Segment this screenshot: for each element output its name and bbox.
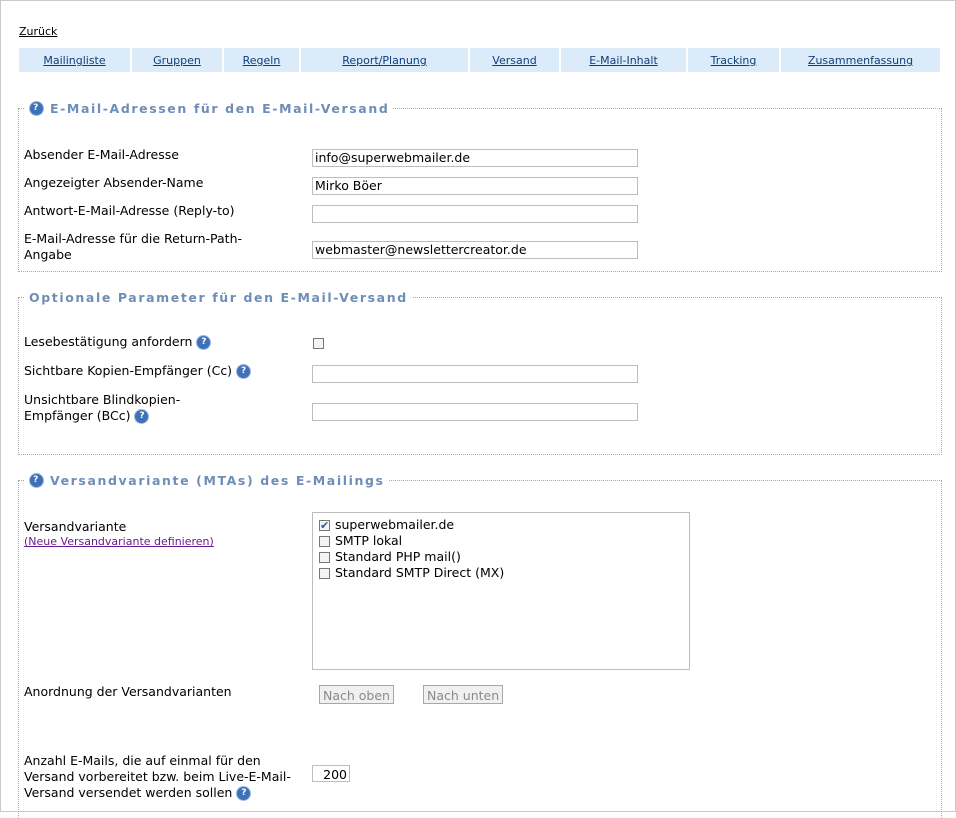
cc-label: Sichtbare Kopien-Empfänger (Cc)?	[24, 363, 279, 379]
variant-checkbox[interactable]	[319, 551, 330, 563]
help-icon[interactable]: ?	[29, 101, 44, 116]
email-addresses-section: ? E-Mail-Adressen für den E-Mail-Versand…	[18, 101, 942, 272]
cc-input[interactable]	[312, 365, 638, 383]
variant-label: Versandvariante	[24, 519, 127, 534]
checkmark-icon: ✔	[320, 518, 330, 532]
tab-zusammenfassung[interactable]: Zusammenfassung	[781, 48, 940, 72]
tab-regeln[interactable]: Regeln	[224, 48, 301, 72]
bcc-input[interactable]	[312, 403, 638, 421]
help-icon[interactable]: ?	[236, 364, 252, 379]
read-receipt-checkbox[interactable]	[313, 338, 324, 349]
section-title-optional-parameters: Optionale Parameter für den E-Mail-Versa…	[29, 290, 408, 305]
optional-parameters-section: Optionale Parameter für den E-Mail-Versa…	[18, 290, 942, 455]
sender-email-label: Absender E-Mail-Adresse	[24, 147, 179, 162]
sender-email-input[interactable]: info@superwebmailer.de	[312, 149, 638, 167]
read-receipt-label: Lesebestätigung anfordern?	[24, 334, 279, 350]
sender-name-label: Angezeigter Absender-Name	[24, 175, 204, 190]
back-link[interactable]: Zurück	[19, 25, 57, 38]
section-title-delivery-variant: ? Versandvariante (MTAs) des E-Mailings	[25, 473, 389, 488]
help-icon[interactable]: ?	[196, 335, 212, 350]
bcc-label: Unsichtbare Blindkopien-Empfänger (BCc)?	[24, 392, 181, 424]
delivery-variant-section: ? Versandvariante (MTAs) des E-Mailings …	[18, 473, 942, 818]
variant-item[interactable]: Standard SMTP Direct (MX)	[319, 565, 504, 581]
tab-mailingliste[interactable]: Mailingliste	[19, 48, 132, 72]
move-down-button[interactable]: Nach unten	[423, 685, 504, 704]
help-icon[interactable]: ?	[236, 786, 252, 801]
batch-count-input[interactable]: 200	[312, 765, 350, 782]
return-path-input[interactable]: webmaster@newslettercreator.de	[312, 241, 638, 259]
variant-checkbox[interactable]	[319, 567, 330, 579]
tab-report-planung[interactable]: Report/Planung	[301, 48, 470, 72]
tab-tracking[interactable]: Tracking	[688, 48, 781, 72]
variant-item[interactable]: SMTP lokal	[319, 533, 402, 549]
tab-bar: Mailingliste Gruppen Regeln Report/Planu…	[19, 48, 940, 72]
reply-to-label: Antwort-E-Mail-Adresse (Reply-to)	[24, 203, 235, 218]
new-variant-link[interactable]: (Neue Versandvariante definieren)	[24, 535, 214, 548]
return-path-label: E-Mail-Adresse für die Return-Path-Angab…	[24, 231, 243, 262]
move-up-button[interactable]: Nach oben	[319, 685, 394, 704]
tab-email-inhalt[interactable]: E-Mail-Inhalt	[561, 48, 688, 72]
variant-checkbox[interactable]: ✔	[319, 518, 330, 532]
variant-item[interactable]: Standard PHP mail()	[319, 549, 461, 565]
tab-versand[interactable]: Versand	[470, 48, 561, 72]
sender-name-input[interactable]: Mirko Böer	[312, 177, 638, 195]
variant-checkbox[interactable]	[319, 535, 330, 547]
section-title-email-addresses: ? E-Mail-Adressen für den E-Mail-Versand	[25, 101, 393, 116]
help-icon[interactable]: ?	[29, 473, 44, 488]
batch-count-label: Anzahl E-Mails, die auf einmal für den V…	[24, 753, 291, 801]
order-label: Anordnung der Versandvarianten	[24, 684, 232, 699]
help-icon[interactable]: ?	[134, 409, 150, 424]
variant-list: ✔ superwebmailer.de SMTP lokal Standard …	[312, 512, 690, 670]
tab-gruppen[interactable]: Gruppen	[132, 48, 224, 72]
variant-item[interactable]: ✔ superwebmailer.de	[319, 517, 454, 533]
reply-to-input[interactable]	[312, 205, 638, 223]
